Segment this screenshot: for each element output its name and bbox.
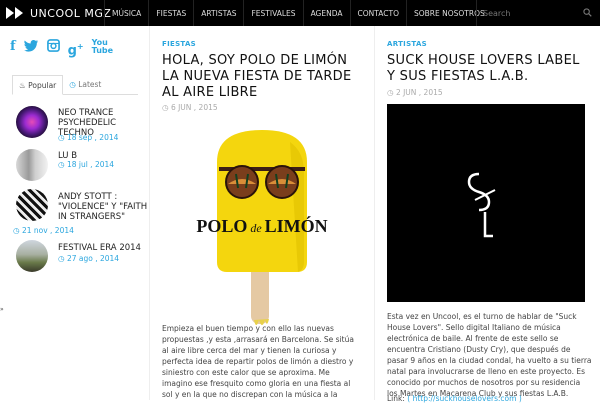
- list-item[interactable]: FESTIVAL ERA 2014 ◷ 27 ago , 2014: [16, 240, 146, 280]
- nav-item-fiestas[interactable]: FIESTAS: [149, 9, 193, 18]
- search-icon[interactable]: [583, 8, 592, 17]
- post-date: ◷ 27 ago , 2014: [58, 254, 120, 263]
- clock-icon: ◷: [58, 160, 67, 169]
- tab-latest[interactable]: ◷ Latest: [63, 75, 107, 95]
- list-item[interactable]: NEO TRANCE PSYCHEDELIC TECHNO ◷ 18 sep ,…: [16, 106, 146, 146]
- logo-arrows-icon: [6, 7, 26, 19]
- article-title[interactable]: SUCK HOUSE LOVERS LABEL Y SUS FIESTAS L.…: [387, 53, 592, 85]
- list-item[interactable]: LU B ◷ 18 jul , 2014: [16, 149, 146, 189]
- sidebar-tabs: ♨ Popular ◷ Latest: [12, 75, 138, 95]
- article-image[interactable]: POLO de LIMÓN: [162, 122, 362, 347]
- article-date: ◷ 2 JUN , 2015: [387, 88, 443, 97]
- post-date: ◷ 18 jul , 2014: [58, 160, 115, 169]
- article-link[interactable]: ( http://suckhouselovers.com ): [407, 394, 521, 403]
- column-divider: [374, 26, 375, 400]
- article-excerpt: Esta vez en Uncool, es el turno de habla…: [387, 312, 592, 398]
- post-thumbnail[interactable]: [16, 240, 48, 272]
- shl-logo: [467, 172, 496, 238]
- google-plus-icon[interactable]: g+: [68, 39, 84, 59]
- social-links: f g+ You Tube: [10, 38, 113, 59]
- clock-icon: ◷: [13, 226, 22, 235]
- site-logo[interactable]: UNCOOL MGZ: [6, 5, 111, 21]
- post-thumbnail[interactable]: [16, 149, 48, 181]
- article-image[interactable]: [387, 104, 585, 302]
- clock-icon: ◷: [162, 103, 171, 112]
- post-thumbnail[interactable]: [16, 106, 48, 138]
- main-nav: MÚSICA FIESTAS ARTISTAS FESTIVALES AGEND…: [104, 0, 492, 26]
- popsicle-image: POLO de LIMÓN: [196, 130, 328, 325]
- nav-item-contacto[interactable]: CONTACTO: [351, 9, 406, 18]
- nav-item-artistas[interactable]: ARTISTAS: [194, 9, 243, 18]
- nav-item-festivales[interactable]: FESTIVALES: [244, 9, 302, 18]
- search-input[interactable]: [483, 8, 573, 18]
- nav-item-agenda[interactable]: AGENDA: [304, 9, 350, 18]
- nav-item-musica[interactable]: MÚSICA: [105, 9, 148, 18]
- article-category[interactable]: ARTISTAS: [387, 40, 427, 48]
- search-box: [476, 0, 600, 26]
- article-excerpt: Empieza el buen tiempo y con ello las nu…: [162, 324, 354, 399]
- article-link-row: Link: ( http://suckhouselovers.com ): [387, 394, 522, 403]
- post-title[interactable]: ANDY STOTT : "VIOLENCE" Y "FAITH IN STRA…: [58, 192, 148, 222]
- list-item[interactable]: ANDY STOTT : "VIOLENCE" Y "FAITH IN STRA…: [16, 189, 148, 229]
- post-date: ◷ 21 nov , 2014: [13, 226, 74, 235]
- left-sidebar: f g+ You Tube ♨ Popular ◷ Latest NEO TRAN…: [0, 26, 150, 400]
- post-date: ◷ 18 sep , 2014: [58, 133, 119, 142]
- post-title[interactable]: FESTIVAL ERA 2014: [58, 243, 148, 253]
- article-date: ◷ 6 JUN , 2015: [162, 103, 218, 112]
- top-nav-bar: UNCOOL MGZ MÚSICA FIESTAS ARTISTAS FESTI…: [0, 0, 600, 26]
- clock-icon: ◷: [387, 88, 396, 97]
- clock-icon: ◷: [58, 133, 67, 142]
- clock-icon: ◷: [58, 254, 67, 263]
- scroll-hint-icon: »: [0, 306, 4, 313]
- logo-text: UNCOOL MGZ: [30, 6, 112, 20]
- instagram-icon[interactable]: [46, 39, 60, 59]
- twitter-icon[interactable]: [23, 39, 39, 59]
- post-thumbnail[interactable]: [16, 189, 48, 221]
- tab-popular-icon: ♨: [19, 81, 26, 90]
- facebook-icon[interactable]: f: [10, 39, 16, 59]
- youtube-icon[interactable]: You Tube: [92, 38, 113, 59]
- tab-popular[interactable]: ♨ Popular: [12, 75, 64, 95]
- article-category[interactable]: FIESTAS: [162, 40, 196, 48]
- clock-icon: ◷: [69, 80, 76, 89]
- article-title[interactable]: HOLA, SOY POLO DE LIMÓN LA NUEVA FIESTA …: [162, 53, 362, 101]
